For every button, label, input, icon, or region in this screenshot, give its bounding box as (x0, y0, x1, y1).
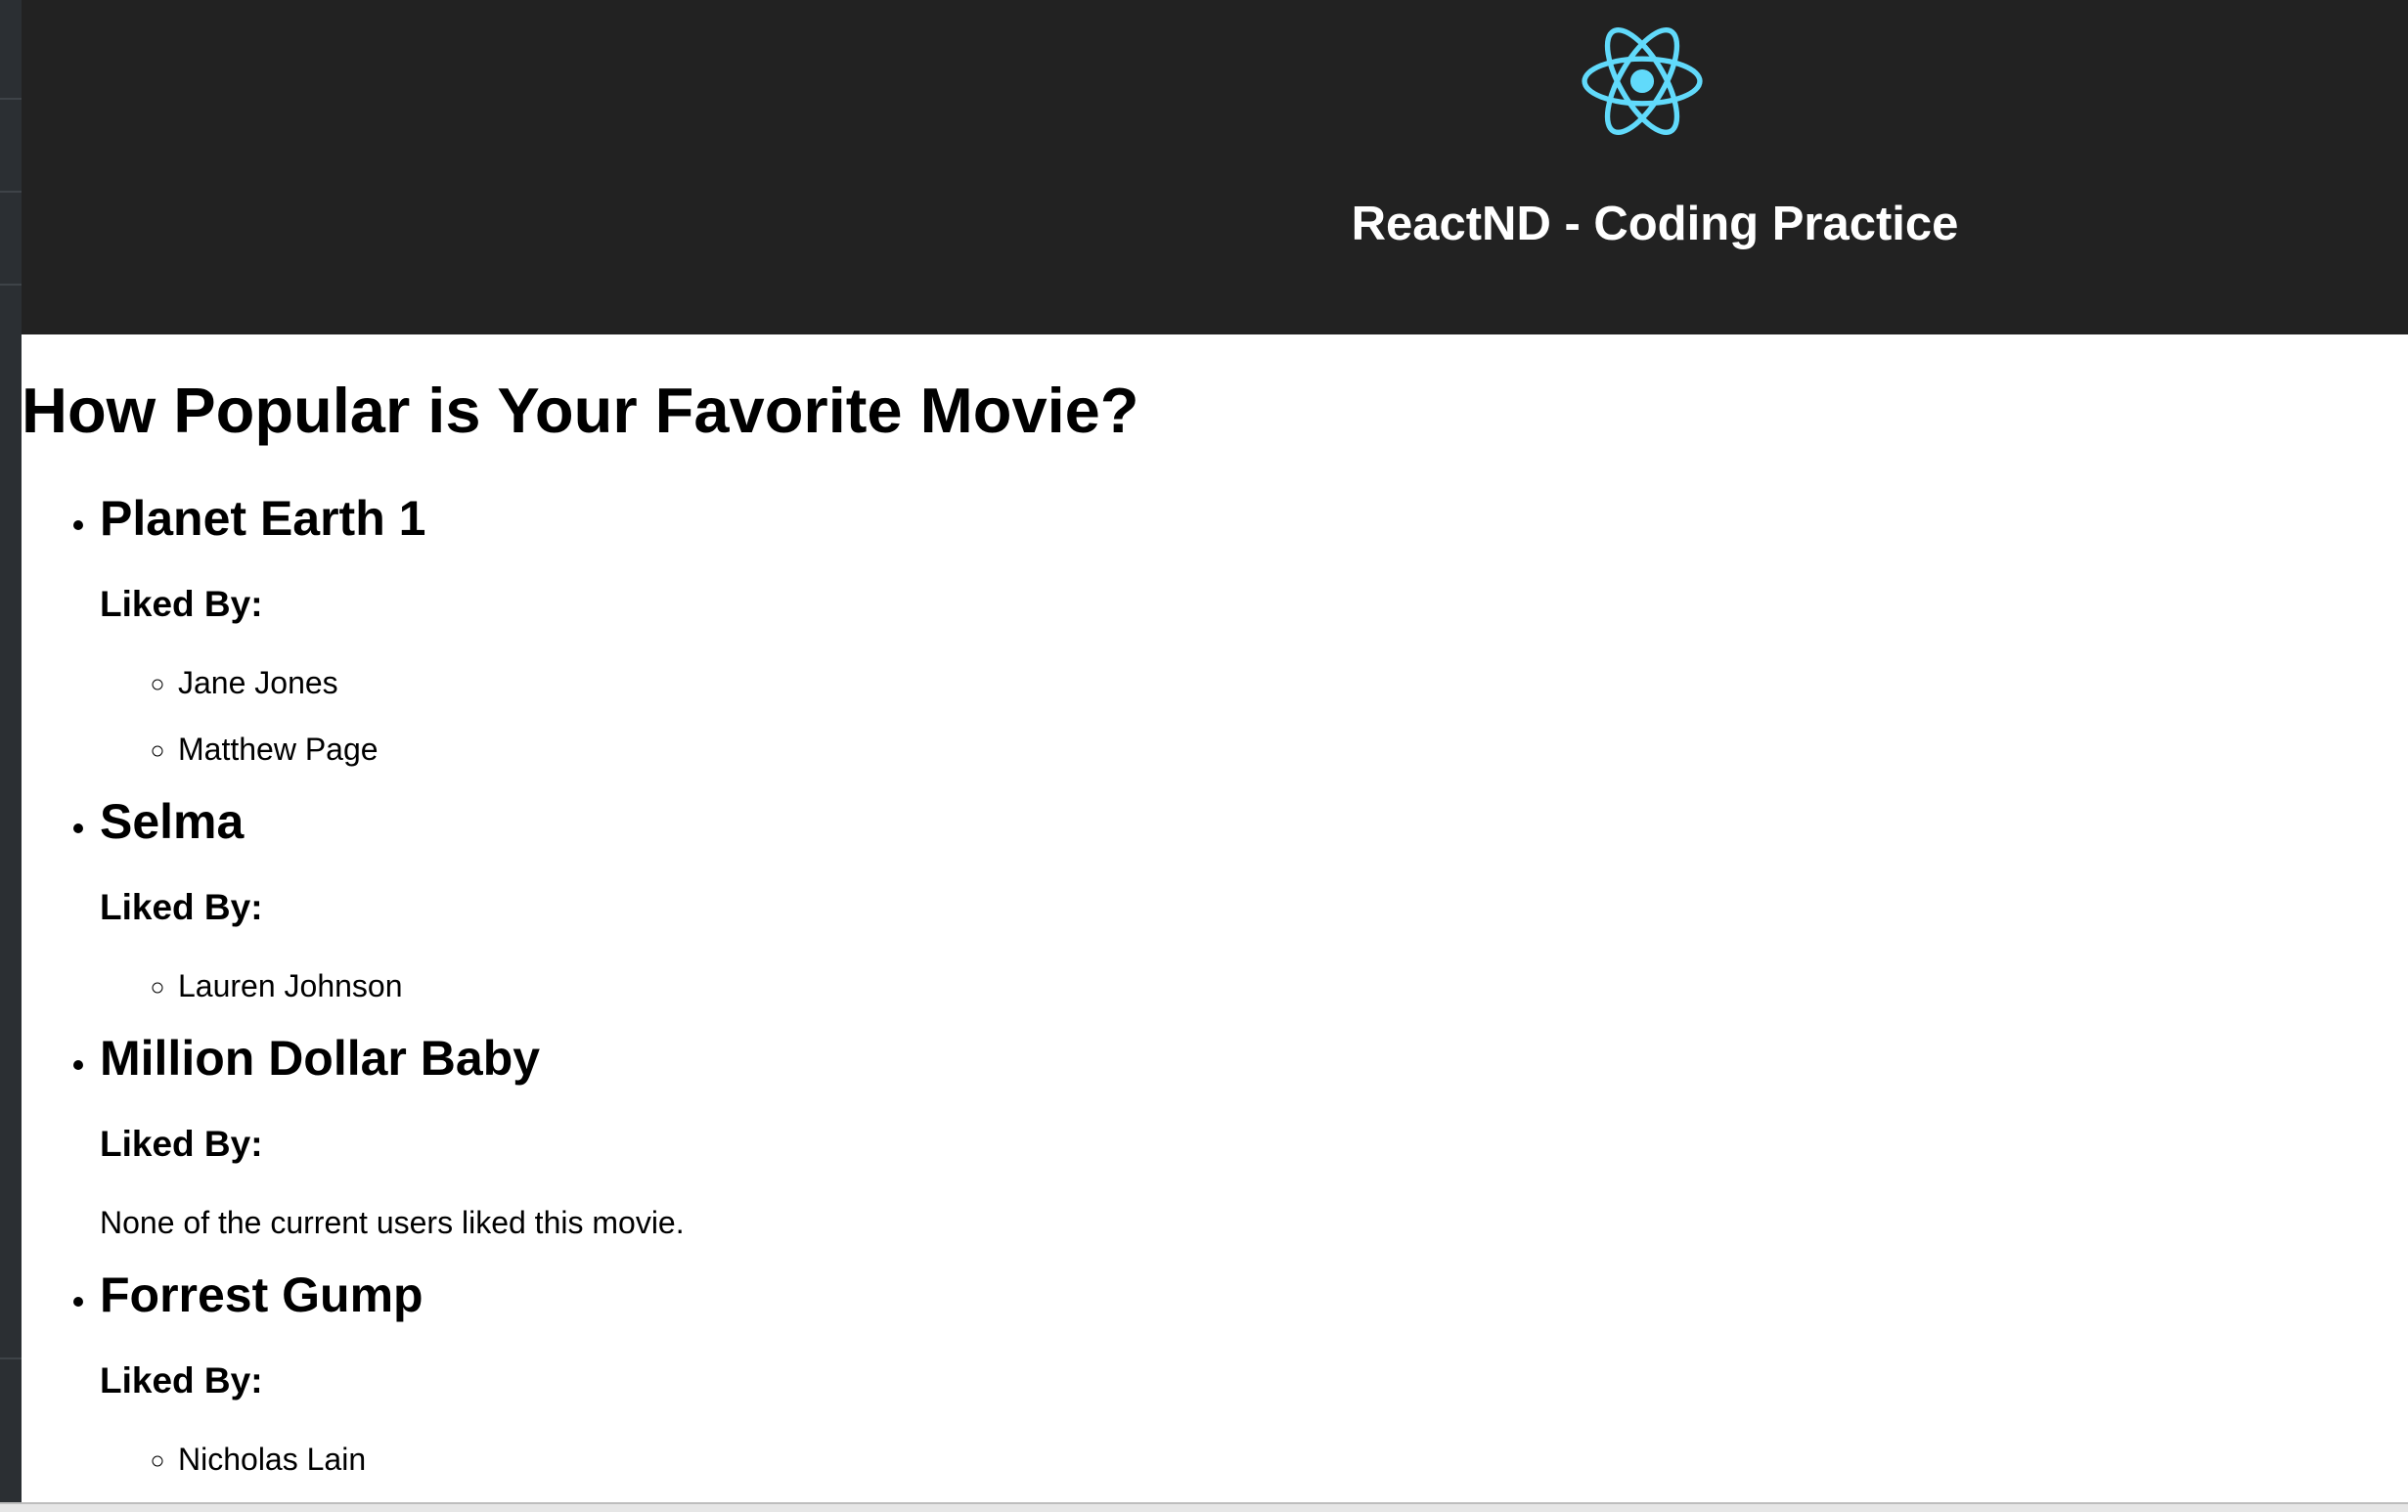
movie-title: Million Dollar Baby (100, 1031, 541, 1086)
movie-item: Selma Liked By: Lauren Johnson (100, 782, 685, 1019)
liked-by-label: Liked By: (100, 584, 263, 624)
movie-title: Planet Earth 1 (100, 491, 426, 546)
movie-item: Million Dollar Baby Liked By: None of the … (100, 1019, 685, 1256)
app-container: ReactND - Coding Practice How Popular is… (22, 0, 2408, 1502)
fan-list-item: Jane Jones (178, 649, 685, 716)
fan-list: Jane JonesMatthew Page (100, 649, 685, 782)
movie-title: Selma (100, 794, 245, 849)
fan-list-item: Matthew Page (178, 716, 685, 782)
liked-by-label: Liked By: (100, 887, 263, 927)
edge-divider (0, 284, 22, 286)
window-left-edge (0, 0, 22, 1510)
app-title: ReactND - Coding Practice (1351, 198, 1959, 250)
fan-list: Nicholas Lain (100, 1426, 685, 1492)
liked-by-label: Liked By: (100, 1124, 263, 1164)
fan-list-item: Nicholas Lain (178, 1426, 685, 1492)
edge-divider (0, 98, 22, 100)
movie-item: Forrest Gump Liked By: Nicholas Lain (100, 1256, 685, 1492)
fan-list-item: Lauren Johnson (178, 953, 685, 1019)
fan-list: Lauren Johnson (100, 953, 685, 1019)
no-fans-message: None of the current users liked this mov… (100, 1205, 685, 1240)
window-bottom-edge (0, 1502, 2408, 1512)
edge-divider (0, 191, 22, 193)
movie-list: Planet Earth 1 Liked By: Jane JonesMatthew… (22, 479, 685, 1492)
react-atom-icon (1582, 27, 1703, 135)
app-header: ReactND - Coding Practice (22, 0, 2408, 334)
edge-divider (0, 1357, 22, 1359)
movie-title: Forrest Gump (100, 1267, 424, 1322)
page-title: How Popular is Your Favorite Movie? (22, 375, 1139, 446)
movie-item: Planet Earth 1 Liked By: Jane JonesMatthew… (100, 479, 685, 782)
liked-by-label: Liked By: (100, 1360, 263, 1401)
